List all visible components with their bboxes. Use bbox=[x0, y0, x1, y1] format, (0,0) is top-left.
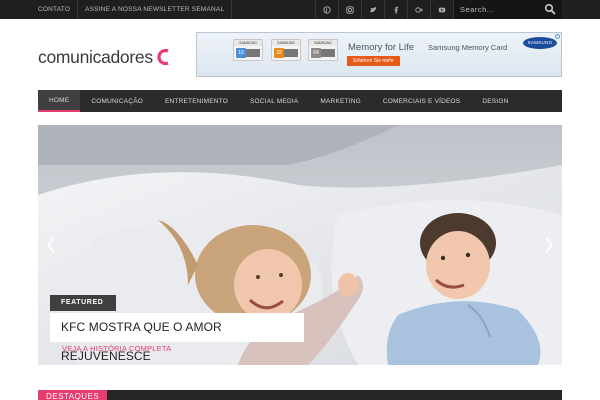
card-capacity: 32 bbox=[274, 48, 284, 58]
contact-link[interactable]: CONTATO bbox=[38, 6, 70, 13]
read-more-link[interactable]: VEJA A HISTÓRIA COMPLETA bbox=[62, 344, 171, 353]
search-box bbox=[454, 0, 562, 19]
logo-c-mark-icon bbox=[157, 48, 169, 66]
featured-slider[interactable]: FEATURED KFC MOSTRA QUE O AMOR REJUVENES… bbox=[38, 125, 562, 365]
samsung-logo: SAMSUNG bbox=[523, 37, 557, 49]
site-logo[interactable]: comunicadores bbox=[38, 46, 171, 68]
memory-card-image: SAMSUNG 32 bbox=[271, 39, 301, 61]
main-nav: HOME COMUNICAÇÃO ENTRETENIMENTO SOCIAL M… bbox=[38, 90, 562, 112]
memory-card-image: SAMSUNG 16 bbox=[233, 39, 263, 61]
facebook-icon[interactable] bbox=[384, 0, 407, 19]
top-links: CONTATO ASSINE A NOSSA NEWSLETTER SEMANA… bbox=[38, 0, 239, 19]
section-header: DESTAQUES bbox=[38, 390, 562, 400]
nav-item-marketing[interactable]: MARKETING bbox=[309, 90, 371, 112]
slider-next-icon[interactable] bbox=[544, 237, 554, 253]
card-brand: SAMSUNG bbox=[309, 40, 337, 46]
card-capacity: 64 bbox=[311, 48, 321, 58]
nav-item-design[interactable]: DESIGN bbox=[471, 90, 519, 112]
search-icon[interactable] bbox=[544, 3, 556, 15]
search-input[interactable] bbox=[460, 3, 540, 16]
top-link-divider bbox=[231, 0, 233, 19]
section-title: DESTAQUES bbox=[38, 390, 108, 400]
top-bar: CONTATO ASSINE A NOSSA NEWSLETTER SEMANA… bbox=[0, 0, 600, 19]
ad-subtitle: Samsung Memory Card bbox=[428, 43, 508, 52]
top-link-divider bbox=[77, 0, 79, 19]
social-icons bbox=[315, 0, 476, 19]
nav-item-comerciais-videos[interactable]: COMERCIAIS E VÍDEOS bbox=[372, 90, 471, 112]
card-brand: SAMSUNG bbox=[272, 40, 300, 46]
slider-prev-icon[interactable] bbox=[46, 237, 56, 253]
pinterest-icon[interactable] bbox=[315, 0, 338, 19]
card-capacity: 16 bbox=[236, 48, 246, 58]
card-brand: SAMSUNG bbox=[234, 40, 262, 46]
card-label bbox=[284, 49, 298, 57]
card-label bbox=[246, 49, 260, 57]
ad-title: Memory for Life bbox=[348, 42, 414, 53]
ad-info-icon[interactable] bbox=[555, 34, 560, 39]
newsletter-link[interactable]: ASSINE A NOSSA NEWSLETTER SEMANAL bbox=[85, 6, 224, 13]
youtube-icon[interactable] bbox=[430, 0, 453, 19]
card-label bbox=[321, 49, 335, 57]
logo-text: comunicadores bbox=[38, 46, 153, 67]
google-plus-icon[interactable] bbox=[407, 0, 430, 19]
nav-item-home[interactable]: HOME bbox=[38, 90, 81, 112]
twitter-icon[interactable] bbox=[361, 0, 384, 19]
memory-card-image: SAMSUNG 64 bbox=[308, 39, 338, 61]
instagram-icon[interactable] bbox=[338, 0, 361, 19]
slide-title[interactable]: KFC MOSTRA QUE O AMOR REJUVENESCE bbox=[50, 313, 304, 363]
ad-banner[interactable]: SAMSUNG 16 SAMSUNG 32 SAMSUNG 64 Memory … bbox=[196, 32, 562, 77]
nav-item-entretenimento[interactable]: ENTRETENIMENTO bbox=[154, 90, 239, 112]
ad-cta-button[interactable]: Erfahren Sie mehr bbox=[347, 56, 400, 66]
featured-badge: FEATURED bbox=[50, 295, 116, 311]
nav-item-comunicacao[interactable]: COMUNICAÇÃO bbox=[80, 90, 154, 112]
nav-item-social-media[interactable]: SOCIAL MEDIA bbox=[239, 90, 309, 112]
